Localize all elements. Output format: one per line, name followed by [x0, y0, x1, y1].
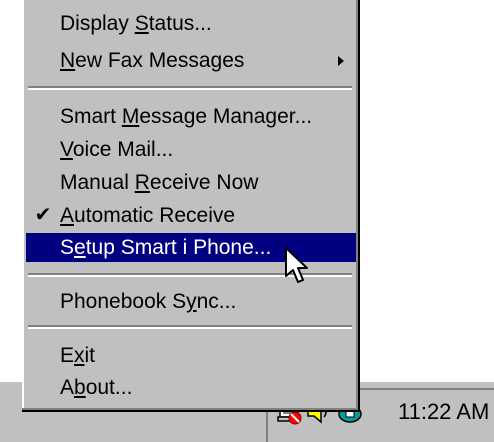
menu-item-label: Display Status... [60, 12, 212, 35]
menu-item-label: Setup Smart i Phone... [60, 236, 272, 259]
menu-item-label: Smart Message Manager... [60, 105, 313, 128]
menu-item-voice-mail[interactable]: Voice Mail... [26, 135, 356, 164]
menu-item-automatic-receive[interactable]: ✔ Automatic Receive [26, 201, 356, 230]
menu-item-label: Phonebook Sync... [60, 290, 237, 313]
menu-separator [28, 86, 352, 90]
screen: 11:22 AM Display Status... New Fax Messa… [0, 0, 494, 442]
menu-item-label: Manual Receive Now [60, 171, 259, 194]
menu-item-label: New Fax Messages [60, 49, 245, 72]
menu-item-label: Exit [60, 344, 96, 367]
menu-item-manual-receive-now[interactable]: Manual Receive Now [26, 168, 356, 197]
tray-context-menu: Display Status... New Fax Messages Smart… [22, 0, 360, 412]
menu-item-label: Voice Mail... [60, 138, 174, 161]
mouse-pointer-icon [285, 247, 308, 283]
clock[interactable]: 11:22 AM [398, 398, 489, 426]
checkmark-icon: ✔ [34, 204, 52, 226]
menu-item-display-status[interactable]: Display Status... [26, 9, 356, 38]
submenu-arrow-icon [338, 56, 344, 66]
menu-item-label: Automatic Receive [60, 204, 236, 227]
menu-item-smart-message-manager[interactable]: Smart Message Manager... [26, 102, 356, 131]
menu-separator [28, 325, 352, 329]
menu-item-phonebook-sync[interactable]: Phonebook Sync... [26, 287, 356, 316]
menu-item-label: About... [60, 376, 133, 399]
menu-item-new-fax-messages[interactable]: New Fax Messages [26, 46, 356, 75]
menu-item-exit[interactable]: Exit [26, 341, 356, 370]
menu-item-about[interactable]: About... [26, 373, 356, 402]
